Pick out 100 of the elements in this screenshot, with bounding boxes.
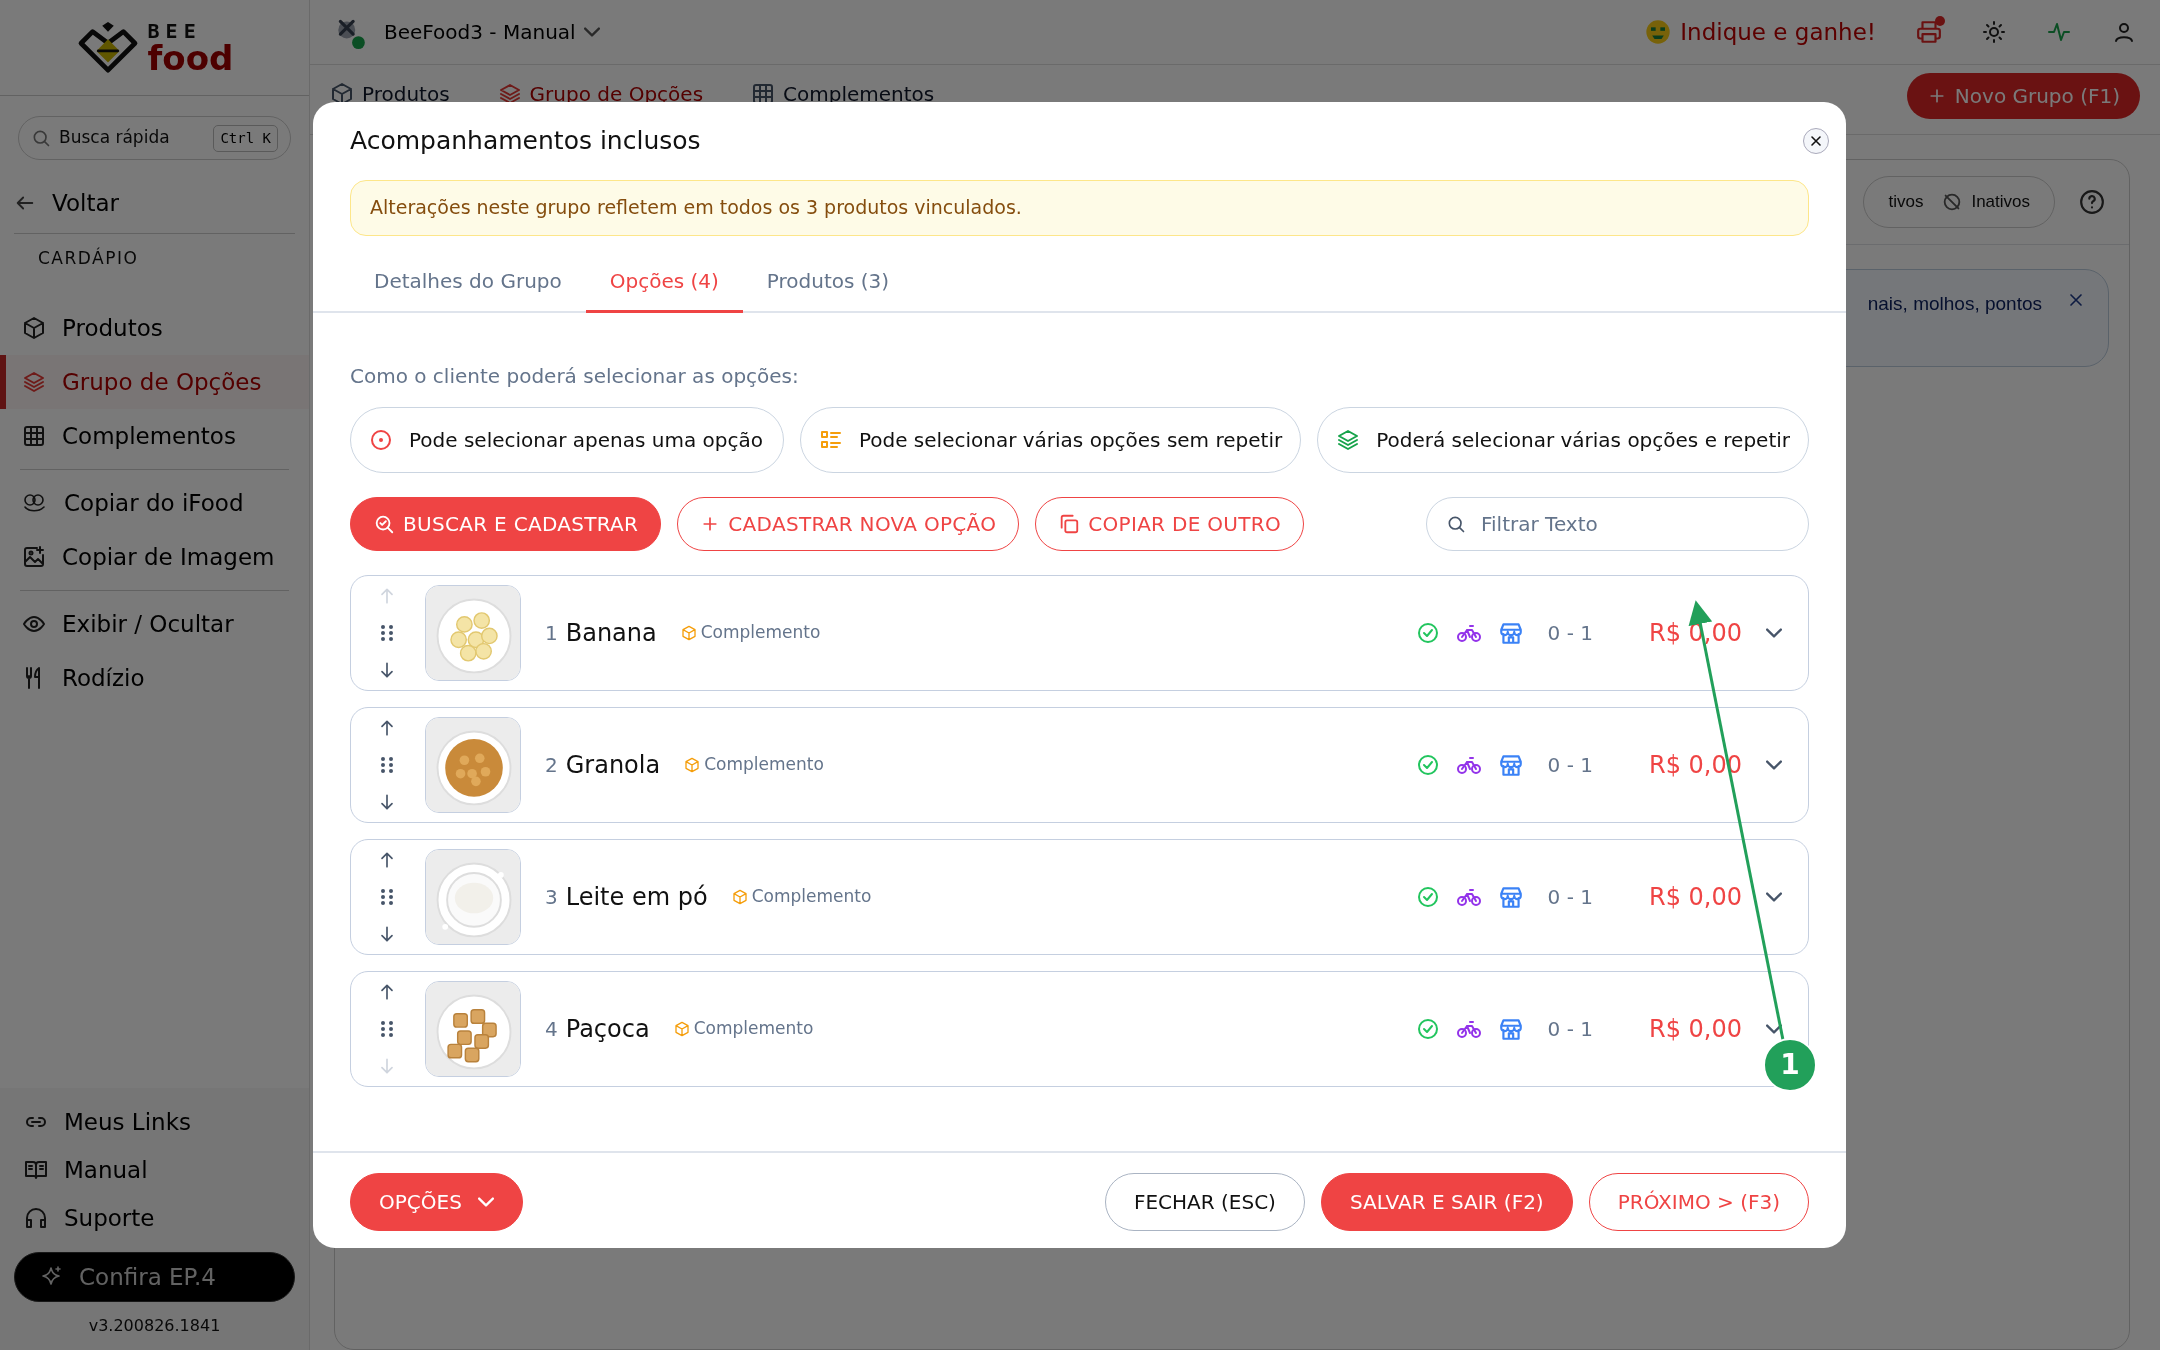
- dialog-tab[interactable]: Opções (4): [585, 251, 743, 313]
- user-icon: [2112, 20, 2136, 44]
- box-icon: [684, 756, 701, 773]
- selection-mode-option[interactable]: Poderá selecionar várias opções e repetir: [1317, 406, 1809, 473]
- cube-icon: [22, 316, 46, 340]
- section-heading: CARDÁPIO: [14, 232, 295, 301]
- overlapping-circles-icon: [22, 491, 48, 515]
- image-plus-icon: [22, 545, 46, 569]
- expand-button[interactable]: [1766, 627, 1782, 638]
- sidebar-item[interactable]: Exibir / Ocultar: [0, 597, 309, 651]
- book-icon: [24, 1158, 48, 1182]
- option-name: Leite em pó: [565, 881, 708, 913]
- expand-button[interactable]: [1766, 759, 1782, 770]
- activity-icon: [2046, 20, 2072, 44]
- page-tab[interactable]: Produtos: [330, 65, 450, 109]
- chevron-down-icon: [1766, 1023, 1782, 1034]
- sidebar-link[interactable]: Meus Links: [0, 1098, 309, 1146]
- alert-text: Alterações neste grupo refletem em todos os 3 produtos vinculados.: [370, 195, 1022, 221]
- dialog-tab[interactable]: Produtos (3): [742, 251, 914, 313]
- dialog-tab[interactable]: Detalhes do Grupo: [350, 251, 586, 313]
- printer-icon: [1916, 19, 1942, 45]
- option-number: 1: [545, 619, 558, 647]
- footer-button[interactable]: SALVAR E SAIR (F2): [1320, 1173, 1573, 1231]
- help-icon: [2079, 189, 2105, 215]
- option-tag: Complemento: [751, 883, 872, 910]
- footer-button[interactable]: PRÓXIMO > (F3): [1588, 1173, 1809, 1231]
- option-number: 4: [545, 1015, 558, 1043]
- expand-button[interactable]: [1766, 891, 1782, 902]
- sidebar-item[interactable]: Produtos: [0, 301, 309, 355]
- action-button[interactable]: COPIAR DE OUTRO: [1035, 496, 1304, 551]
- selection-mode-option[interactable]: Pode selecionar várias opções sem repetir: [799, 406, 1302, 473]
- sidebar-item[interactable]: Copiar do iFood: [0, 476, 309, 530]
- option-number: 2: [545, 751, 558, 779]
- box-icon: [731, 888, 748, 905]
- back-link[interactable]: Voltar: [52, 186, 119, 221]
- chevron-down-icon: [1766, 759, 1782, 770]
- check-circle-icon: [1415, 752, 1440, 777]
- filter-field[interactable]: Filtrar Texto: [1426, 496, 1809, 551]
- radio-dot-icon: [369, 427, 393, 452]
- chevron-down-icon: [1766, 627, 1782, 638]
- option-tag: Complemento: [693, 1015, 814, 1042]
- sidebar-item[interactable]: Complementos: [0, 409, 309, 463]
- drag-handle-icon: [380, 1019, 394, 1038]
- option-name: Banana: [565, 617, 657, 649]
- page-tab[interactable]: Grupo de Opções: [497, 65, 704, 109]
- check-circle-icon: [1415, 620, 1440, 645]
- sidebar-link[interactable]: Manual: [0, 1146, 309, 1194]
- info-text: nais, molhos, pontos: [1867, 292, 2042, 316]
- chevron-down-icon: [1766, 891, 1782, 902]
- expand-button[interactable]: [1766, 1023, 1782, 1034]
- footer-button[interactable]: FECHAR (ESC): [1104, 1173, 1305, 1231]
- action-button[interactable]: CADASTRAR NOVA OPÇÃO: [677, 496, 1020, 551]
- box-icon: [680, 624, 697, 641]
- option-price: R$ 0,00: [1649, 881, 1742, 913]
- footer-button[interactable]: OPÇÕES: [350, 1173, 523, 1231]
- caret-icon: [583, 27, 600, 37]
- action-button[interactable]: BUSCAR E CADASTRAR: [350, 496, 662, 551]
- option-number: 3: [545, 883, 558, 911]
- option-name: Granola: [565, 749, 661, 781]
- dialog-title: Acompanhamentos inclusos: [350, 125, 702, 157]
- layers-icon: [22, 370, 46, 394]
- close-button[interactable]: [1803, 127, 1829, 154]
- caret-icon: [477, 1197, 494, 1207]
- version-label: v3.200826.1841: [87, 1315, 222, 1337]
- sidebar-item[interactable]: Copiar de Imagem: [0, 530, 309, 584]
- quantity-range: 0 - 1: [1547, 1015, 1593, 1043]
- store-selector[interactable]: BeeFood3 - Manual: [384, 17, 600, 47]
- promo-button[interactable]: Confira EP.4: [14, 1252, 295, 1302]
- check-circle-icon: [1415, 884, 1440, 909]
- box-icon: [673, 1020, 690, 1037]
- quantity-range: 0 - 1: [1547, 619, 1593, 647]
- search-icon: [31, 128, 51, 148]
- sidebar-link[interactable]: Suporte: [0, 1194, 309, 1242]
- shortcut-key: Ctrl K: [213, 124, 278, 152]
- sidebar-item[interactable]: Grupo de Opções: [0, 355, 309, 409]
- drag-handle-icon: [380, 755, 394, 774]
- referral-link[interactable]: Indique e ganhe!: [1680, 14, 1876, 50]
- status-filter[interactable]: tivos: [1888, 189, 1924, 215]
- sun-icon: [1982, 20, 2006, 44]
- drag-handle-icon: [380, 887, 394, 906]
- selection-label: Como o cliente poderá selecionar as opções:: [350, 362, 800, 390]
- selection-mode-option[interactable]: Pode selecionar apenas uma opção: [350, 406, 784, 473]
- money-face-icon: [1644, 18, 1673, 46]
- option-tag: Complemento: [704, 751, 824, 778]
- option-price: R$ 0,00: [1649, 1013, 1742, 1045]
- sidebar-item[interactable]: Rodízio: [0, 651, 309, 705]
- option-tag: Complemento: [700, 619, 821, 646]
- option-name: Paçoca: [565, 1013, 650, 1045]
- logo-text: food: [147, 40, 234, 75]
- status-filter[interactable]: Inativos: [1941, 189, 2030, 215]
- grid-icon: [22, 424, 46, 448]
- headset-icon: [24, 1206, 48, 1230]
- drag-handle-icon: [380, 623, 394, 642]
- quantity-range: 0 - 1: [1547, 883, 1593, 911]
- new-group-button[interactable]: Novo Grupo (F1): [1906, 73, 2140, 119]
- quantity-range: 0 - 1: [1547, 751, 1593, 779]
- copy-icon: [1058, 512, 1081, 535]
- logo-text: BEE: [147, 20, 203, 41]
- layers-icon: [1336, 427, 1361, 452]
- page-tab[interactable]: Complementos: [751, 65, 935, 109]
